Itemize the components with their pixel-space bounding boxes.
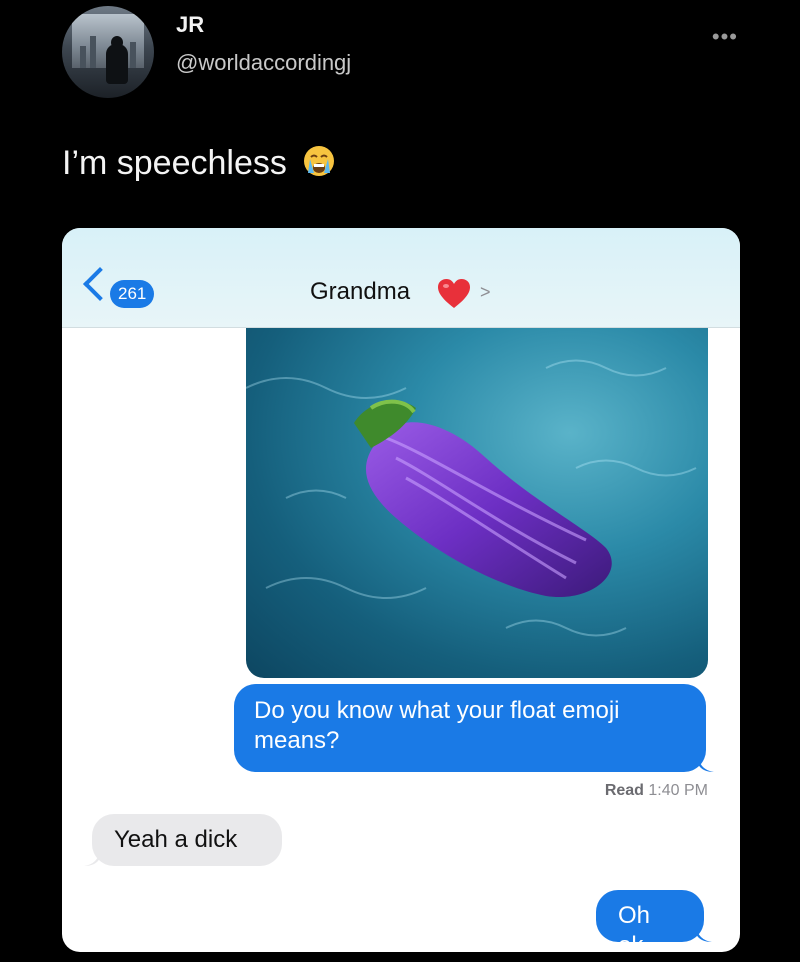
message-bubble-outgoing[interactable]: Oh ok	[596, 890, 704, 952]
more-icon[interactable]: •••	[712, 24, 738, 50]
avatar-person	[106, 44, 128, 84]
read-label: Read	[604, 782, 644, 799]
tweet-text: I’m speechless	[62, 144, 336, 187]
crying-face-icon	[302, 144, 336, 187]
avatar-building	[80, 46, 86, 68]
chevron-right-icon[interactable]: >	[480, 282, 491, 303]
tweet-text-body: I’m speechless	[62, 144, 287, 182]
avatar[interactable]	[62, 6, 154, 98]
author-name[interactable]: JR	[176, 12, 204, 38]
avatar-building	[130, 42, 136, 68]
bubble-tail	[696, 926, 712, 942]
message-bubble-incoming[interactable]: Yeah a dick	[92, 814, 282, 866]
heart-icon	[438, 279, 470, 308]
tweet-header: JR @worldaccordingj •••	[0, 0, 800, 110]
imessage-screenshot: 261 Grandma > Do you know what your floa…	[62, 228, 740, 952]
author-handle[interactable]: @worldaccordingj	[176, 50, 351, 76]
read-receipt: Read 1:40 PM	[605, 782, 708, 800]
read-time: 1:40 PM	[648, 782, 708, 799]
conversation-nav-bar: 261 Grandma >	[62, 228, 740, 328]
unread-count-badge[interactable]: 261	[110, 280, 155, 308]
avatar-building	[90, 36, 96, 68]
bubble-tail	[698, 756, 714, 772]
contact-name[interactable]: Grandma	[310, 278, 410, 306]
bubble-tail	[84, 850, 100, 866]
message-bubble-outgoing[interactable]: Do you know what your float emoji means?	[234, 684, 706, 772]
eggplant-float-photo[interactable]	[246, 328, 708, 678]
